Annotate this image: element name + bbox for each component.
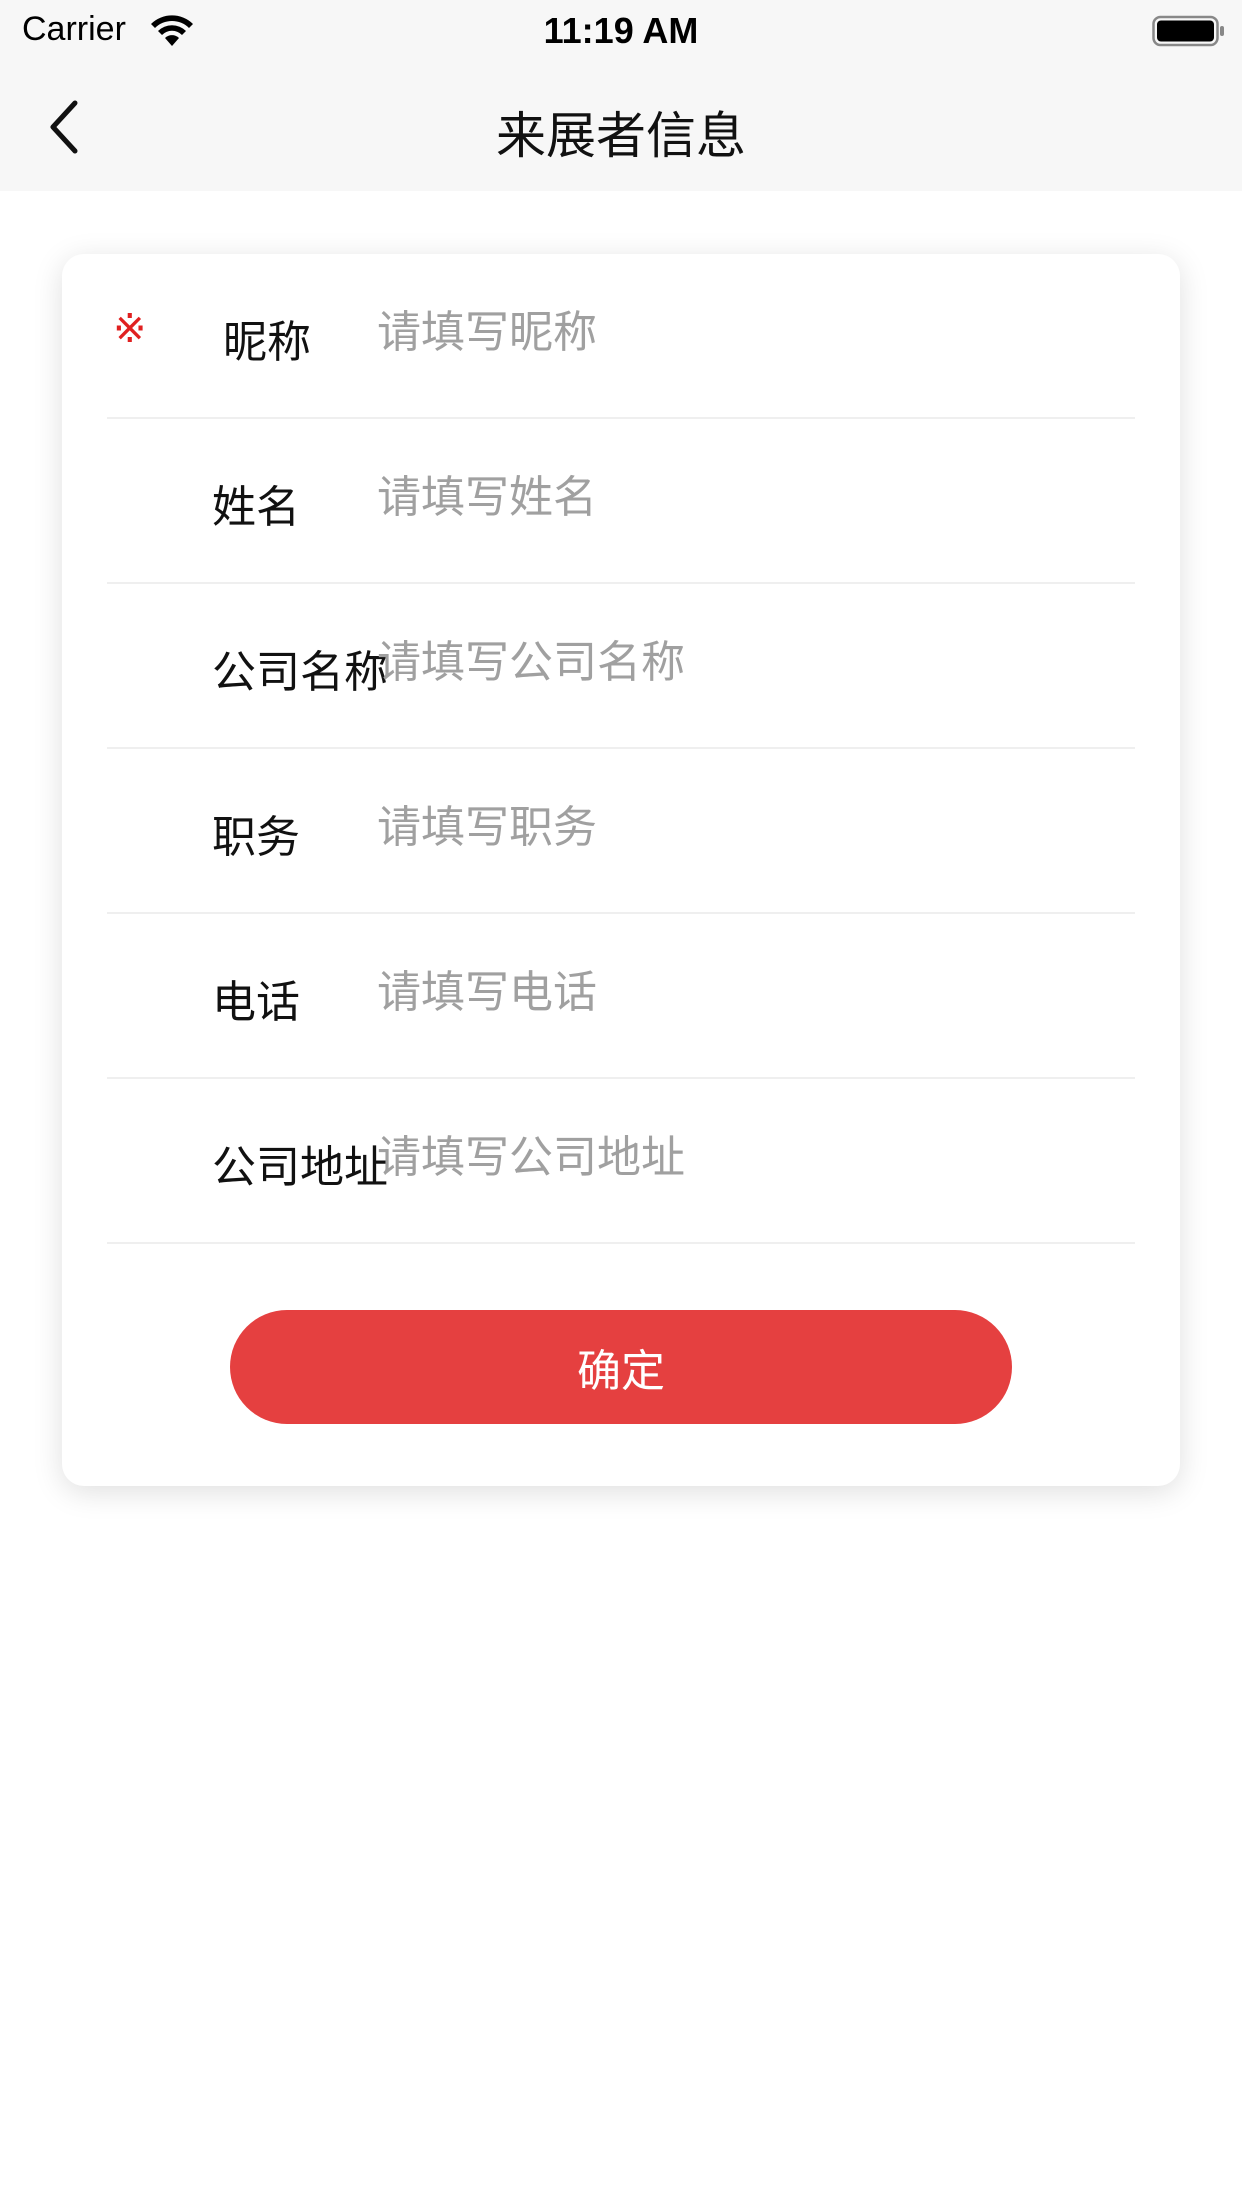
required-mark: ※ (113, 306, 147, 352)
job-title-input[interactable] (377, 787, 1117, 867)
name-label: 姓名 (212, 482, 300, 533)
visitor-info-form: ※ 昵称 姓名 公司名称 职务 电话 公司地址 确定 (62, 254, 1180, 1486)
company-address-input[interactable] (377, 1117, 1117, 1197)
name-input[interactable] (377, 457, 1117, 537)
battery-full-icon (1152, 15, 1224, 47)
confirm-button[interactable]: 确定 (230, 1310, 1012, 1424)
company-name-input[interactable] (377, 622, 1117, 702)
form-row-nickname: ※ 昵称 (107, 254, 1135, 419)
nickname-label: 昵称 (223, 317, 311, 368)
phone-label: 电话 (212, 977, 300, 1028)
page-title: 来展者信息 (496, 107, 746, 165)
form-row-company-name: 公司名称 (107, 584, 1135, 749)
form-row-company-address: 公司地址 (107, 1079, 1135, 1244)
company-address-label: 公司地址 (212, 1142, 388, 1193)
job-title-label: 职务 (212, 812, 300, 863)
form-row-phone: 电话 (107, 914, 1135, 1079)
navigation-bar: 来展者信息 (0, 62, 1242, 191)
top-bar: Carrier 11:19 AM 来展者信息 (0, 0, 1242, 191)
nickname-input[interactable] (377, 292, 1117, 372)
form-row-name: 姓名 (107, 419, 1135, 584)
phone-input[interactable] (377, 952, 1117, 1032)
company-name-label: 公司名称 (212, 647, 388, 698)
form-row-job-title: 职务 (107, 749, 1135, 914)
status-bar: Carrier 11:19 AM (0, 0, 1242, 62)
status-time: 11:19 AM (543, 10, 699, 51)
